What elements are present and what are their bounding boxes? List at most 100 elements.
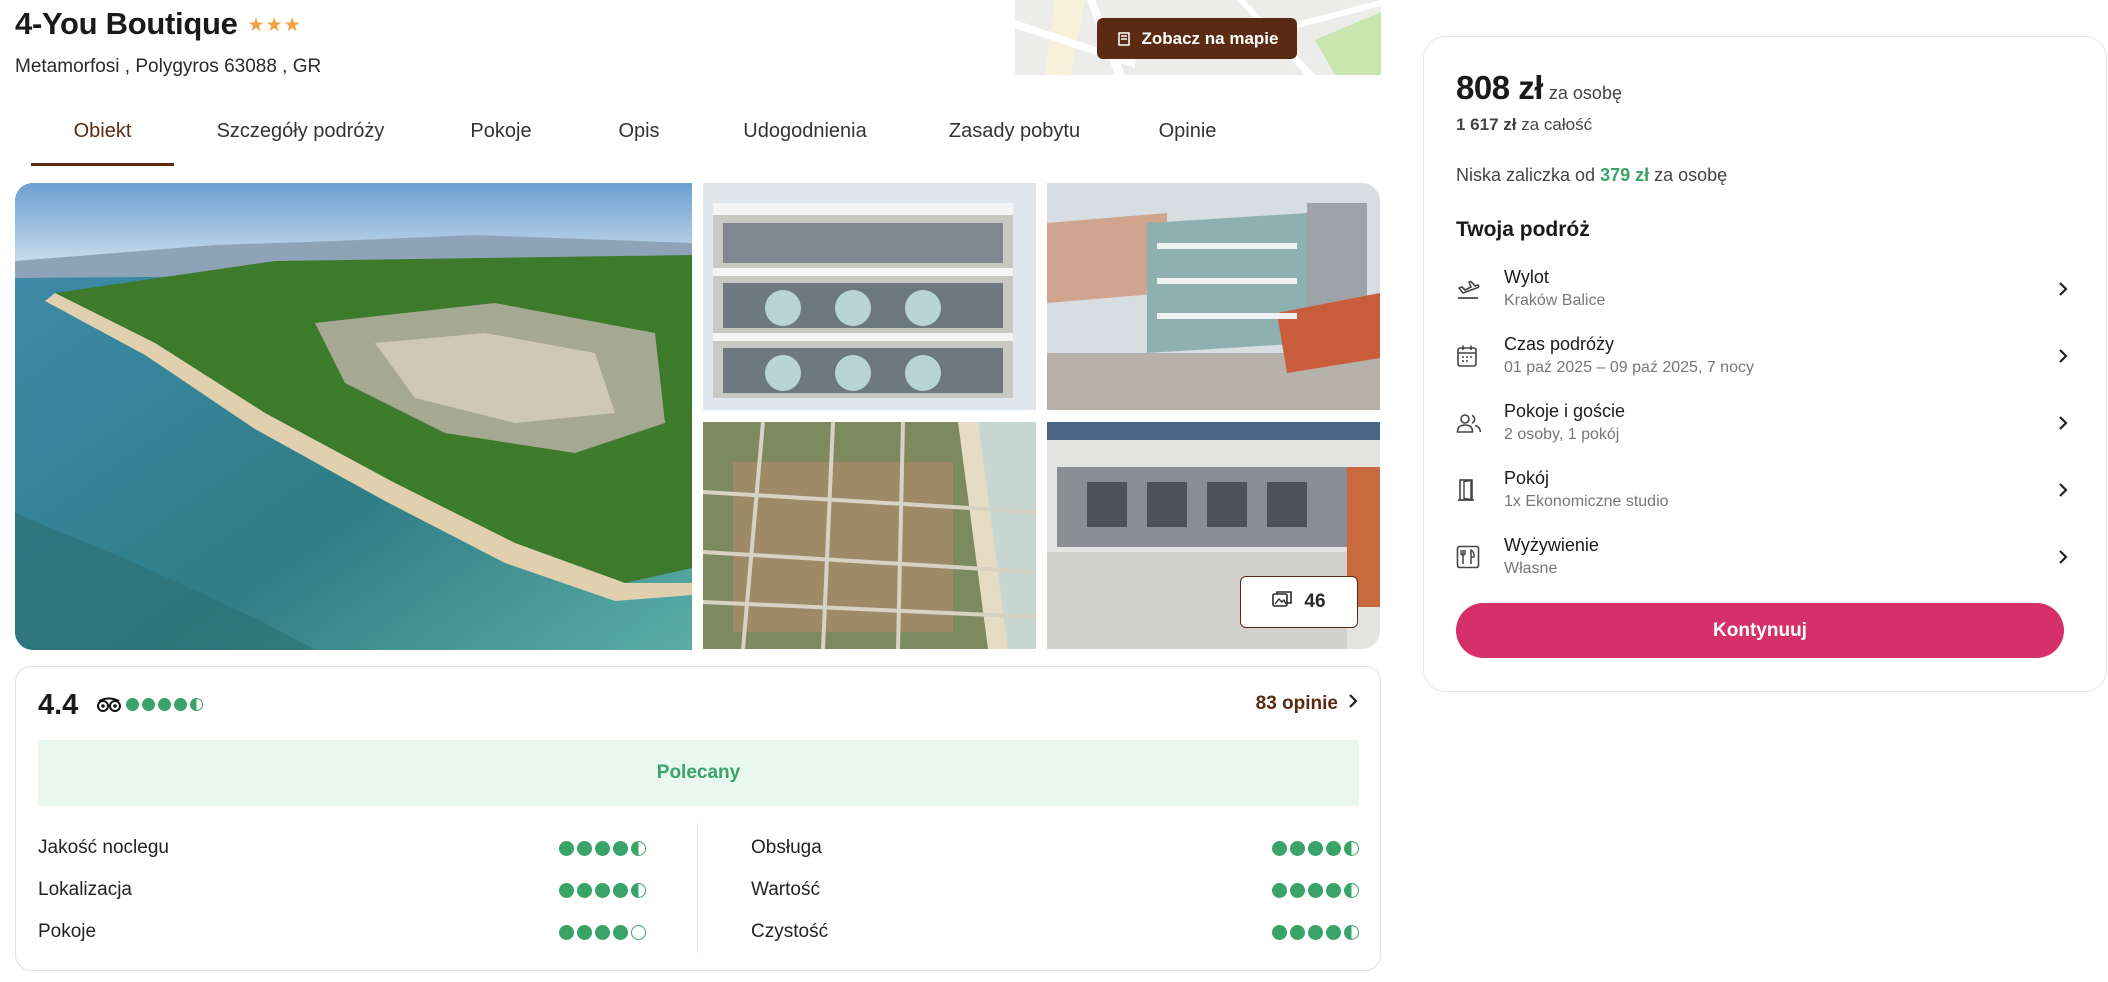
reviews-link[interactable]: 83 opinie bbox=[1256, 693, 1358, 715]
map-button[interactable]: Zobacz na mapie bbox=[1097, 18, 1297, 59]
category-label: Czystość bbox=[751, 921, 829, 942]
trip-item-board[interactable]: Wyżywienie Własne bbox=[1456, 523, 2076, 590]
gallery-photo-building-front[interactable] bbox=[703, 183, 1036, 410]
category-row: Czystość bbox=[751, 911, 1359, 953]
chevron-right-icon bbox=[1348, 693, 1358, 715]
rating-categories-left: Jakość noclegu Lokalizacja Pokoje bbox=[38, 827, 646, 953]
trip-item-value: Własne bbox=[1504, 560, 1558, 577]
rating-score: 4.4 bbox=[38, 689, 79, 721]
tab-pokoje[interactable]: Pokoje bbox=[427, 110, 575, 166]
trip-item-value: 2 osoby, 1 pokój bbox=[1504, 426, 1620, 443]
rating-dot bbox=[1344, 924, 1359, 940]
trip-item-room[interactable]: Pokój 1x Ekonomiczne studio bbox=[1456, 456, 2076, 523]
coast-aerial-photo bbox=[15, 183, 692, 650]
rating-dot bbox=[126, 698, 139, 711]
rating-dot bbox=[577, 840, 592, 856]
rating-dot bbox=[559, 924, 574, 940]
category-divider bbox=[697, 823, 698, 953]
trip-item-label: Wylot bbox=[1504, 267, 1549, 287]
reviews-link-label: 83 opinie bbox=[1255, 693, 1338, 714]
continue-button[interactable]: Kontynuuj bbox=[1456, 603, 2064, 658]
rating-dot bbox=[577, 882, 592, 898]
rating-dot bbox=[613, 882, 628, 898]
rating-dot bbox=[559, 882, 574, 898]
trip-item-departure[interactable]: Wylot Kraków Balice bbox=[1456, 255, 2076, 322]
rating-categories-right: Obsługa Wartość Czystość bbox=[751, 827, 1359, 953]
rating-dot bbox=[190, 698, 203, 711]
tab-udogodnienia[interactable]: Udogodnienia bbox=[703, 110, 907, 166]
trip-item-label: Wyżywienie bbox=[1504, 535, 1599, 555]
trip-item-dates[interactable]: Czas podróży 01 paź 2025 – 09 paź 2025, … bbox=[1456, 322, 2076, 389]
rating-dot bbox=[1326, 924, 1341, 940]
rating-dot bbox=[577, 924, 592, 940]
map-pin-icon bbox=[1116, 31, 1132, 47]
tab-opis[interactable]: Opis bbox=[575, 110, 703, 166]
rating-dot bbox=[174, 698, 187, 711]
trip-item-info: Pokój 1x Ekonomiczne studio bbox=[1504, 468, 2048, 511]
tab-szczegoly-podrozy[interactable]: Szczegóły podróży bbox=[174, 110, 427, 166]
building-side-photo bbox=[1047, 183, 1380, 410]
category-row: Wartość bbox=[751, 869, 1359, 911]
utensils-icon bbox=[1456, 545, 1504, 569]
rating-dot bbox=[1308, 924, 1323, 940]
trip-item-value: Kraków Balice bbox=[1504, 292, 1606, 309]
category-label: Pokoje bbox=[38, 921, 97, 942]
trip-item-info: Wyżywienie Własne bbox=[1504, 535, 2048, 578]
rating-dot bbox=[1272, 840, 1287, 856]
door-icon bbox=[1456, 478, 1504, 502]
tab-zasady-pobytu[interactable]: Zasady pobytu bbox=[907, 110, 1122, 166]
rating-dot bbox=[613, 840, 628, 856]
photo-count-button[interactable]: 46 bbox=[1240, 576, 1358, 628]
category-dots bbox=[1272, 882, 1359, 898]
photo-count: 46 bbox=[1304, 591, 1326, 612]
chevron-right-icon bbox=[2048, 415, 2068, 431]
rating-dot bbox=[631, 840, 646, 856]
gallery-photo-building-side[interactable] bbox=[1047, 183, 1380, 410]
hotel-stars: ★★★ bbox=[247, 14, 302, 36]
recommended-banner: Polecany bbox=[38, 740, 1359, 806]
trip-item-label: Czas podróży bbox=[1504, 334, 1615, 354]
tab-opinie[interactable]: Opinie bbox=[1122, 110, 1253, 166]
photos-icon bbox=[1272, 590, 1293, 614]
trip-item-guests[interactable]: Pokoje i goście 2 osoby, 1 pokój bbox=[1456, 389, 2076, 456]
gallery-main-photo[interactable] bbox=[15, 183, 692, 650]
category-label: Jakość noclegu bbox=[38, 837, 169, 858]
calendar-icon bbox=[1456, 344, 1504, 368]
rating-card: 4.4 83 opinie Polecany Jakość noclegu Lo… bbox=[15, 666, 1381, 971]
deposit-suffix: za osobę bbox=[1654, 165, 1728, 185]
price-total-label: za całość bbox=[1521, 115, 1593, 134]
price-total: 1 617 zł bbox=[1456, 115, 1517, 134]
category-row: Obsługa bbox=[751, 827, 1359, 869]
rating-dot bbox=[595, 882, 610, 898]
rating-dot bbox=[1290, 840, 1305, 856]
town-aerial-photo bbox=[703, 422, 1036, 649]
rating-dot bbox=[1272, 882, 1287, 898]
tab-bar: Obiekt Szczegóły podróży Pokoje Opis Udo… bbox=[31, 110, 1253, 166]
chevron-right-icon bbox=[2048, 482, 2068, 498]
category-row: Pokoje bbox=[38, 911, 646, 953]
users-icon bbox=[1456, 412, 1504, 434]
chevron-right-icon bbox=[2048, 281, 2068, 297]
map-button-label: Zobacz na mapie bbox=[1141, 28, 1279, 48]
price-line: 808 zł za osobę bbox=[1456, 69, 1622, 107]
category-label: Wartość bbox=[751, 879, 820, 900]
category-label: Lokalizacja bbox=[38, 879, 132, 900]
rating-dot bbox=[559, 840, 574, 856]
chevron-right-icon bbox=[2048, 549, 2068, 565]
deposit-line: Niska zaliczka od 379 zł za osobę bbox=[1456, 165, 1727, 186]
tripadvisor-icon bbox=[97, 697, 121, 718]
chevron-right-icon bbox=[2048, 348, 2068, 364]
trip-item-label: Pokoje i goście bbox=[1504, 401, 1626, 421]
rating-dot bbox=[1308, 840, 1323, 856]
hotel-title-block: 4-You Boutique ★★★ bbox=[15, 6, 302, 42]
gallery-photo-town-aerial[interactable] bbox=[703, 422, 1036, 649]
rating-dot bbox=[1290, 924, 1305, 940]
trip-item-info: Pokoje i goście 2 osoby, 1 pokój bbox=[1504, 401, 2048, 444]
building-front-photo bbox=[703, 183, 1036, 410]
tab-obiekt[interactable]: Obiekt bbox=[31, 110, 174, 166]
rating-dot bbox=[1326, 882, 1341, 898]
trip-list: Wylot Kraków Balice Czas podróży 01 paź … bbox=[1456, 255, 2076, 590]
rating-dot bbox=[631, 924, 646, 940]
category-dots bbox=[559, 882, 646, 898]
deposit-amount: 379 zł bbox=[1600, 165, 1650, 185]
